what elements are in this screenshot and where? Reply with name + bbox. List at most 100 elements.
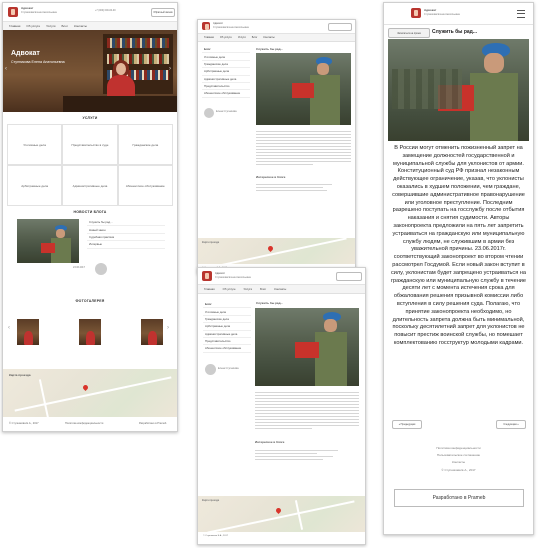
header-phone[interactable]: +7 (000) 000-00-00 [95,9,116,12]
desktop-screenshot: Адвокат Ступникова Елена Анатольевна +7 … [2,2,178,432]
nav-item-services[interactable]: Услуги [244,287,253,291]
news-item[interactable]: Интервью [87,241,165,249]
sidebar-item[interactable]: Представительство [203,338,251,346]
article-photo [256,53,351,125]
footer-dev[interactable]: Разработано в Prameb [139,422,166,425]
service-court[interactable]: Представительство в суде [62,124,118,165]
nav-item-contacts[interactable]: Контакты [263,36,274,39]
news-item[interactable]: Служить бы рад... [87,219,165,227]
article-photo [255,308,359,386]
soldier-uniform [470,73,518,141]
nav-item-home[interactable]: Главная [9,24,20,28]
article-text [255,390,359,431]
service-civil[interactable]: Гражданские дела [117,124,173,165]
red-folder [41,243,55,253]
article-body: В России могут отменить пожизненный запр… [390,145,527,346]
desktop-map[interactable]: Карта проезда [3,369,177,419]
service-subscription[interactable]: Абонентское обслуживание [117,165,173,206]
desk [63,96,177,112]
callback-button[interactable]: Обратный звонок [151,8,175,17]
nav-item-about[interactable]: Об услуге [223,287,236,291]
developer-button[interactable]: Разработано в Prameb [394,489,524,507]
service-criminal[interactable]: Уголовные дела [7,124,63,165]
sidebar-item[interactable]: Арбитражные дела [203,323,251,331]
sidebar-heading: Блог [202,46,250,54]
footer-link-contacts[interactable]: Контакты [384,459,533,466]
brand-title: Адвокат [424,8,437,12]
map-title: Карта проезда [202,241,220,244]
sidebar-item[interactable]: Арбитражные дела [202,68,250,76]
article-photo [388,39,529,141]
sidebar-item[interactable]: Административные дела [202,76,250,83]
author-avatar [95,263,107,275]
sidebar-item[interactable]: Представительство [202,83,250,91]
tablet-map[interactable]: Карта проезда [198,496,365,534]
related-list [255,448,359,462]
nav-item-blog[interactable]: Блог [252,36,258,39]
sidebar-item[interactable]: Гражданские дела [203,316,251,324]
nav-item-services[interactable]: Услуги [238,36,246,39]
nav-item-contacts[interactable]: Контакты [274,287,286,291]
tablet-map[interactable]: Карта проезда [198,237,355,269]
logo-icon [8,7,18,17]
hero-next-arrow[interactable]: › [169,66,171,72]
map-title: Карта проезда [9,373,31,377]
related-title: Интересное в блоге [256,175,286,179]
appointment-button[interactable]: Записаться на прием [388,28,430,38]
callback-button[interactable] [336,272,362,281]
news-date: 23.06.2017 [73,266,85,269]
soldier-uniform [310,75,340,125]
map-road [294,500,304,530]
nav-item-blog[interactable]: Блог [61,24,67,28]
red-folder [292,83,314,98]
mobile-header: Адвокат Ступникова Елена Анатольевна [384,3,533,25]
nav-item-home[interactable]: Главная [204,36,214,39]
hero-prev-arrow[interactable]: ‹ [5,66,7,72]
nav-item-about[interactable]: Об услуге [26,24,40,28]
thumb-figure [24,331,33,345]
service-admin[interactable]: Административные дела [62,165,118,206]
gallery-thumbs [17,319,163,347]
sidebar-item[interactable]: Абонентское обслуживание [203,345,251,353]
gallery-next-arrow[interactable]: › [167,325,169,331]
logo-icon [411,8,421,18]
menu-icon[interactable] [517,10,525,18]
gallery-thumb[interactable] [17,319,39,345]
gallery-thumb[interactable] [79,319,101,345]
footer-link-privacy[interactable]: Политика конфиденциальности [384,445,533,452]
related-list [256,182,351,193]
nav-item-contacts[interactable]: Контакты [74,24,87,28]
brand-title: Адвокат [213,22,223,25]
nav-item-blog[interactable]: Блог [260,287,266,291]
sidebar-item[interactable]: Гражданские дела [202,61,250,69]
brand-subtitle: Ступникова Елена Анатольевна [213,26,249,29]
map-road [207,500,355,534]
gallery-prev-arrow[interactable]: ‹ [8,325,10,331]
news-item[interactable]: Судебная практика [87,234,165,242]
news-photo[interactable] [17,219,79,263]
sidebar-item[interactable]: Абонентское обслуживание [202,90,250,98]
thumb-figure [86,331,95,345]
sidebar-item[interactable]: Уголовные дела [203,308,251,316]
gallery-thumb[interactable] [141,319,163,345]
callback-button[interactable] [328,23,352,31]
footer-link-agreement[interactable]: Пользовательское соглашение [384,452,533,459]
tablet-screenshot-1: Адвокат Ступникова Елена Анатольевна Гла… [197,19,356,274]
footer-copyright: © Ступникова Е.А., 2017 [441,468,476,472]
news-item[interactable]: Новый закон [87,226,165,234]
footer-privacy[interactable]: Политика конфиденциальности [65,422,103,425]
services-grid: Уголовные дела Представительство в суде … [7,124,173,206]
logo-icon [202,271,212,281]
thumb-figure [148,331,157,345]
tablet-header: Адвокат Ступникова Елена Анатольевна [198,268,365,285]
sidebar-item[interactable]: Административные дела [203,331,251,338]
tablet-nav: Главная Об услуге Услуги Блог Контакты [198,34,355,42]
next-article-button[interactable]: Следующая » [496,420,526,429]
nav-item-services[interactable]: Услуги [46,24,55,28]
sidebar-item[interactable]: Уголовные дела [202,53,250,61]
nav-item-home[interactable]: Главная [204,287,215,291]
sidebar-heading: Блог [203,301,251,309]
nav-item-about[interactable]: Об услуге [220,36,232,39]
service-arbitration[interactable]: Арбитражные дела [7,165,63,206]
prev-article-button[interactable]: « Предыдущая [392,420,422,429]
